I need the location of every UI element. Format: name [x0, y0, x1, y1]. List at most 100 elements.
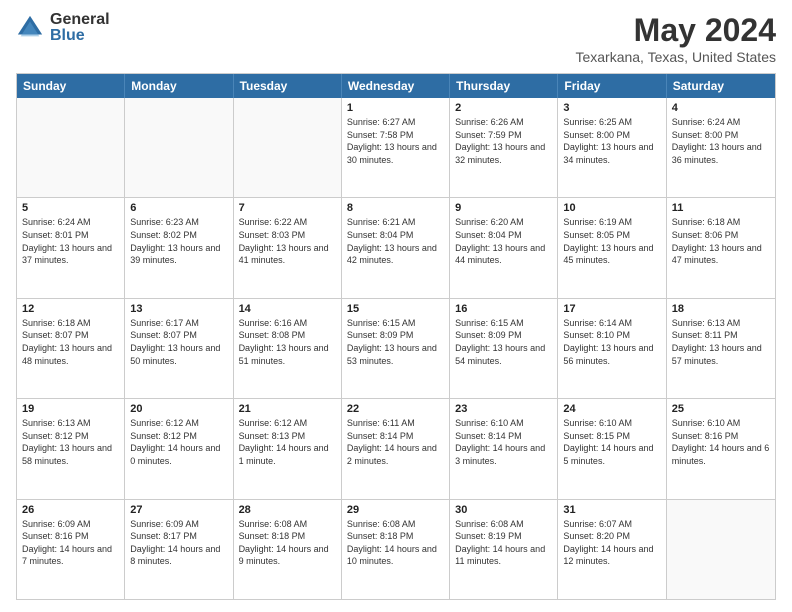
- calendar-cell: 13Sunrise: 6:17 AMSunset: 8:07 PMDayligh…: [125, 299, 233, 398]
- calendar-cell: 30Sunrise: 6:08 AMSunset: 8:19 PMDayligh…: [450, 500, 558, 599]
- title-block: May 2024 Texarkana, Texas, United States: [575, 12, 776, 65]
- cell-info: Sunrise: 6:22 AMSunset: 8:03 PMDaylight:…: [239, 216, 336, 266]
- calendar-cell: 21 Sunrise: 6:12 AMSunset: 8:13 PMDayligh…: [234, 399, 342, 498]
- day-number: 8: [347, 202, 444, 214]
- day-number: 28: [239, 504, 336, 516]
- calendar-cell: 24 Sunrise: 6:10 AMSunset: 8:15 PMDayligh…: [558, 399, 666, 498]
- cell-info: Sunrise: 6:23 AMSunset: 8:02 PMDaylight:…: [130, 216, 227, 266]
- cell-info: Sunrise: 6:20 AMSunset: 8:04 PMDaylight:…: [455, 216, 552, 266]
- cell-info: Sunrise: 6:07 AMSunset: 8:20 PMDaylight:…: [563, 518, 660, 568]
- calendar-cell: [667, 500, 775, 599]
- day-header-saturday: Saturday: [667, 74, 775, 98]
- cell-info: Sunrise: 6:13 AMSunset: 8:11 PMDaylight:…: [672, 317, 770, 367]
- calendar-cell: 15 Sunrise: 6:15 AMSunset: 8:09 PMDayligh…: [342, 299, 450, 398]
- day-number: 19: [22, 403, 119, 415]
- calendar-cell: 5 Sunrise: 6:24 AMSunset: 8:01 PMDaylight…: [17, 198, 125, 297]
- logo-blue: Blue: [50, 28, 110, 44]
- calendar-cell: 29 Sunrise: 6:08 AMSunset: 8:18 PMDayligh…: [342, 500, 450, 599]
- day-number: 20: [130, 403, 227, 415]
- calendar-cell: 16 Sunrise: 6:15 AMSunset: 8:09 PMDayligh…: [450, 299, 558, 398]
- cell-info: Sunrise: 6:13 AMSunset: 8:12 PMDaylight:…: [22, 417, 119, 467]
- calendar-cell: 9 Sunrise: 6:20 AMSunset: 8:04 PMDaylight…: [450, 198, 558, 297]
- day-number: 30: [455, 504, 552, 516]
- day-number: 26: [22, 504, 119, 516]
- day-number: 3: [563, 102, 660, 114]
- calendar-cell: 31 Sunrise: 6:07 AMSunset: 8:20 PMDayligh…: [558, 500, 666, 599]
- day-number: 22: [347, 403, 444, 415]
- cell-info: Sunrise: 6:14 AMSunset: 8:10 PMDaylight:…: [563, 317, 660, 367]
- day-number: 6: [130, 202, 227, 214]
- calendar-header-row: SundayMondayTuesdayWednesdayThursdayFrid…: [17, 74, 775, 98]
- day-number: 9: [455, 202, 552, 214]
- calendar-cell: 11 Sunrise: 6:18 AMSunset: 8:06 PMDayligh…: [667, 198, 775, 297]
- calendar-row-3: 12Sunrise: 6:18 AMSunset: 8:07 PMDayligh…: [17, 298, 775, 398]
- cell-info: Sunrise: 6:12 AMSunset: 8:12 PMDaylight:…: [130, 417, 227, 467]
- day-number: 11: [672, 202, 770, 214]
- day-number: 13: [130, 303, 227, 315]
- calendar-subtitle: Texarkana, Texas, United States: [575, 49, 776, 65]
- day-number: 18: [672, 303, 770, 315]
- calendar-cell: 17 Sunrise: 6:14 AMSunset: 8:10 PMDayligh…: [558, 299, 666, 398]
- calendar-cell: 20 Sunrise: 6:12 AMSunset: 8:12 PMDayligh…: [125, 399, 233, 498]
- cell-info: Sunrise: 6:12 AMSunset: 8:13 PMDaylight:…: [239, 417, 336, 467]
- cell-info: Sunrise: 6:26 AMSunset: 7:59 PMDaylight:…: [455, 116, 552, 166]
- calendar-cell: 28 Sunrise: 6:08 AMSunset: 8:18 PMDayligh…: [234, 500, 342, 599]
- day-number: 29: [347, 504, 444, 516]
- day-number: 31: [563, 504, 660, 516]
- calendar-cell: 19 Sunrise: 6:13 AMSunset: 8:12 PMDayligh…: [17, 399, 125, 498]
- calendar-row-4: 19 Sunrise: 6:13 AMSunset: 8:12 PMDayligh…: [17, 398, 775, 498]
- day-number: 5: [22, 202, 119, 214]
- cell-info: Sunrise: 6:25 AMSunset: 8:00 PMDaylight:…: [563, 116, 660, 166]
- day-number: 17: [563, 303, 660, 315]
- calendar-cell: [17, 98, 125, 197]
- calendar-cell: 4Sunrise: 6:24 AMSunset: 8:00 PMDaylight…: [667, 98, 775, 197]
- cell-info: Sunrise: 6:18 AMSunset: 8:06 PMDaylight:…: [672, 216, 770, 266]
- header: General Blue May 2024 Texarkana, Texas, …: [16, 12, 776, 65]
- calendar-cell: 22 Sunrise: 6:11 AMSunset: 8:14 PMDayligh…: [342, 399, 450, 498]
- cell-info: Sunrise: 6:27 AMSunset: 7:58 PMDaylight:…: [347, 116, 444, 166]
- day-header-monday: Monday: [125, 74, 233, 98]
- calendar-cell: 2 Sunrise: 6:26 AMSunset: 7:59 PMDaylight…: [450, 98, 558, 197]
- calendar-body: 1Sunrise: 6:27 AMSunset: 7:58 PMDaylight…: [17, 98, 775, 599]
- cell-info: Sunrise: 6:24 AMSunset: 8:00 PMDaylight:…: [672, 116, 770, 166]
- day-number: 14: [239, 303, 336, 315]
- calendar-cell: 23 Sunrise: 6:10 AMSunset: 8:14 PMDayligh…: [450, 399, 558, 498]
- day-header-tuesday: Tuesday: [234, 74, 342, 98]
- day-number: 23: [455, 403, 552, 415]
- calendar-cell: 18 Sunrise: 6:13 AMSunset: 8:11 PMDayligh…: [667, 299, 775, 398]
- calendar-cell: 25Sunrise: 6:10 AMSunset: 8:16 PMDayligh…: [667, 399, 775, 498]
- calendar: SundayMondayTuesdayWednesdayThursdayFrid…: [16, 73, 776, 600]
- logo-icon: [16, 14, 44, 42]
- calendar-cell: 3 Sunrise: 6:25 AMSunset: 8:00 PMDaylight…: [558, 98, 666, 197]
- calendar-cell: 26Sunrise: 6:09 AMSunset: 8:16 PMDayligh…: [17, 500, 125, 599]
- logo-text: General Blue: [50, 12, 110, 44]
- calendar-title: May 2024: [575, 12, 776, 49]
- day-number: 15: [347, 303, 444, 315]
- calendar-cell: 7Sunrise: 6:22 AMSunset: 8:03 PMDaylight…: [234, 198, 342, 297]
- cell-info: Sunrise: 6:08 AMSunset: 8:18 PMDaylight:…: [239, 518, 336, 568]
- day-header-thursday: Thursday: [450, 74, 558, 98]
- page: General Blue May 2024 Texarkana, Texas, …: [0, 0, 792, 612]
- cell-info: Sunrise: 6:10 AMSunset: 8:16 PMDaylight:…: [672, 417, 770, 467]
- day-header-friday: Friday: [558, 74, 666, 98]
- cell-info: Sunrise: 6:11 AMSunset: 8:14 PMDaylight:…: [347, 417, 444, 467]
- calendar-cell: 10Sunrise: 6:19 AMSunset: 8:05 PMDayligh…: [558, 198, 666, 297]
- cell-info: Sunrise: 6:15 AMSunset: 8:09 PMDaylight:…: [347, 317, 444, 367]
- cell-info: Sunrise: 6:15 AMSunset: 8:09 PMDaylight:…: [455, 317, 552, 367]
- day-number: 24: [563, 403, 660, 415]
- calendar-row-5: 26Sunrise: 6:09 AMSunset: 8:16 PMDayligh…: [17, 499, 775, 599]
- calendar-cell: 12Sunrise: 6:18 AMSunset: 8:07 PMDayligh…: [17, 299, 125, 398]
- calendar-cell: 27Sunrise: 6:09 AMSunset: 8:17 PMDayligh…: [125, 500, 233, 599]
- day-number: 16: [455, 303, 552, 315]
- day-number: 21: [239, 403, 336, 415]
- cell-info: Sunrise: 6:16 AMSunset: 8:08 PMDaylight:…: [239, 317, 336, 367]
- cell-info: Sunrise: 6:10 AMSunset: 8:15 PMDaylight:…: [563, 417, 660, 467]
- cell-info: Sunrise: 6:24 AMSunset: 8:01 PMDaylight:…: [22, 216, 119, 266]
- calendar-row-1: 1Sunrise: 6:27 AMSunset: 7:58 PMDaylight…: [17, 98, 775, 197]
- day-number: 2: [455, 102, 552, 114]
- cell-info: Sunrise: 6:08 AMSunset: 8:18 PMDaylight:…: [347, 518, 444, 568]
- cell-info: Sunrise: 6:10 AMSunset: 8:14 PMDaylight:…: [455, 417, 552, 467]
- calendar-cell: 14 Sunrise: 6:16 AMSunset: 8:08 PMDayligh…: [234, 299, 342, 398]
- day-number: 12: [22, 303, 119, 315]
- calendar-cell: 8Sunrise: 6:21 AMSunset: 8:04 PMDaylight…: [342, 198, 450, 297]
